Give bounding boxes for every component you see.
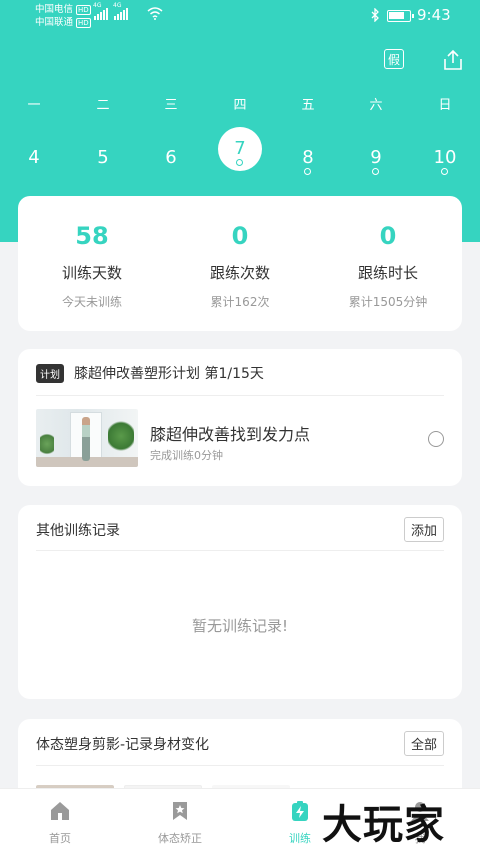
day-wed[interactable]: 三6: [147, 94, 195, 180]
tab-posture[interactable]: 体态矫正: [120, 789, 240, 846]
watermark-logo: 大玩家: [322, 792, 472, 848]
empty-state-text: 暂无训练记录!: [191, 617, 288, 635]
lesson-complete-radio[interactable]: [428, 431, 444, 447]
tab-label: 体态矫正: [158, 832, 202, 845]
week-calendar: 一4 二5 三6 四7 五8 六9 日 10: [0, 94, 480, 175]
add-record-button[interactable]: 添加: [403, 517, 444, 542]
plan-dot-icon: [372, 168, 379, 175]
battery-icon: [387, 10, 414, 22]
network-gen-label: 4G: [93, 2, 102, 9]
date-number: 9: [354, 136, 398, 180]
plan-tag: 计划: [36, 363, 64, 383]
stat-label: 跟练时长: [357, 264, 418, 282]
hd-badge: HD: [76, 4, 91, 15]
plan-dot-icon: [441, 168, 448, 175]
day-sun[interactable]: 日 10: [421, 94, 469, 180]
lesson-title[interactable]: 膝超伸改善找到发力点: [150, 421, 310, 445]
lesson-thumbnail[interactable]: [36, 409, 138, 467]
stat-value: 0: [379, 222, 397, 250]
carrier-1: 中国电信: [35, 4, 74, 15]
lesson-progress: 完成训练0分钟: [150, 449, 223, 462]
hd-badge: HD: [76, 17, 91, 28]
share-icon[interactable]: [442, 49, 464, 71]
day-thu-selected[interactable]: 四7: [216, 94, 264, 171]
stat-sub: 今天未训练: [61, 295, 122, 309]
stat-follow-count: 0 跟练次数 累计162次: [166, 196, 314, 310]
stat-training-days: 58 训练天数 今天未训练: [18, 196, 166, 310]
date-number: 5: [97, 147, 109, 168]
weekday-label: 三: [164, 98, 178, 113]
plan-card[interactable]: 计划 膝超伸改善塑形计划 第1/15天 膝超伸改善找到发力点 完成训练0分钟: [18, 349, 462, 486]
stat-value: 0: [231, 222, 249, 250]
watermark-text: 大玩家: [322, 802, 445, 848]
date-number: 4: [28, 147, 40, 168]
plan-title: 膝超伸改善塑形计划 第1/15天: [74, 366, 264, 382]
date-number: 8: [286, 136, 330, 180]
section-title: 体态塑身剪影-记录身材变化: [36, 737, 210, 753]
stat-value: 58: [75, 222, 109, 250]
weekday-label: 二: [96, 98, 110, 113]
bookmark-star-icon: [173, 802, 187, 820]
leave-icon[interactable]: 假: [384, 49, 404, 69]
stat-label: 跟练次数: [209, 264, 270, 282]
view-all-button[interactable]: 全部: [403, 731, 444, 756]
carrier-info: 中国电信 HD 中国联通 HD: [35, 3, 91, 29]
plan-header: 计划 膝超伸改善塑形计划 第1/15天: [36, 363, 264, 383]
signal-icons: 4G 4G: [93, 2, 128, 20]
divider: [36, 765, 444, 766]
signal-icon: 4G: [93, 2, 108, 20]
day-mon[interactable]: 一4: [10, 94, 58, 180]
home-icon: [51, 802, 69, 820]
tab-label: 首页: [49, 832, 71, 845]
training-bolt-icon: [292, 801, 308, 821]
date-number: 6: [165, 147, 177, 168]
divider: [36, 395, 444, 396]
wifi-icon: [147, 7, 163, 20]
tab-home[interactable]: 首页: [0, 789, 120, 846]
date-number: 10: [423, 136, 467, 180]
weekday-label: 四: [233, 98, 247, 113]
day-fri[interactable]: 五8: [284, 94, 332, 180]
carrier-2: 中国联通: [35, 17, 74, 28]
day-sat[interactable]: 六9: [352, 94, 400, 180]
stat-sub: 累计1505分钟: [348, 295, 428, 309]
stat-sub: 累计162次: [210, 295, 270, 309]
plan-dot-icon: [304, 168, 311, 175]
status-bar: 中国电信 HD 中国联通 HD 4G 4G 9:43: [0, 0, 480, 32]
stat-follow-duration: 0 跟练时长 累计1505分钟: [314, 196, 462, 310]
weekday-label: 六: [369, 98, 383, 113]
day-tue[interactable]: 二5: [79, 94, 127, 180]
weekday-label: 一: [27, 98, 41, 113]
date-number: 7: [218, 127, 262, 171]
divider: [36, 550, 444, 551]
signal-icon: 4G: [113, 2, 128, 20]
bluetooth-icon: [371, 8, 379, 22]
stat-label: 训练天数: [61, 264, 122, 282]
other-records-card: 其他训练记录 添加 暂无训练记录!: [18, 505, 462, 699]
weekday-label: 五: [301, 98, 315, 113]
section-title: 其他训练记录: [36, 523, 120, 539]
network-gen-label: 4G: [113, 2, 122, 9]
stats-card: 58 训练天数 今天未训练 0 跟练次数 累计162次 0 跟练时长 累计150…: [18, 196, 462, 331]
plan-dot-icon: [236, 159, 243, 166]
clock: 9:43: [417, 6, 451, 24]
weekday-label: 日: [438, 98, 452, 113]
